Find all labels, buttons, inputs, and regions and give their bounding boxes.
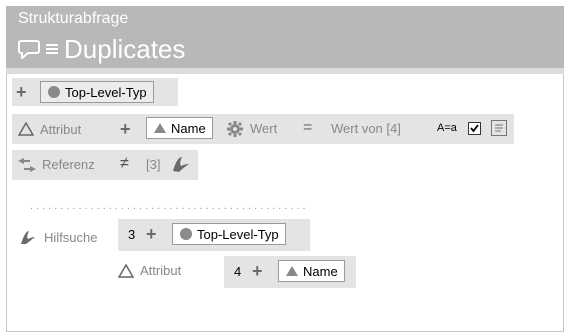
plus-icon[interactable]: + bbox=[16, 83, 27, 101]
top-level-type-chip[interactable]: Top-Level-Typ bbox=[40, 81, 154, 103]
wert-von-label[interactable]: Wert von [4] bbox=[331, 121, 401, 136]
top-level-type-chip[interactable]: Top-Level-Typ bbox=[172, 223, 286, 245]
name-chip[interactable]: Name bbox=[278, 260, 345, 282]
link-helper-icon bbox=[18, 228, 38, 246]
not-equal-sign[interactable]: ≠ bbox=[120, 155, 129, 173]
attribut-label-row2: Attribut bbox=[18, 119, 81, 139]
reference-value: [3] bbox=[146, 157, 161, 172]
wert-label: Wert bbox=[250, 121, 278, 136]
referenz-label: Referenz bbox=[42, 157, 95, 172]
case-sensitive-label: A=a bbox=[437, 122, 457, 134]
triangle-filled-icon bbox=[153, 122, 167, 134]
circle-icon bbox=[47, 85, 61, 99]
triangle-outline-icon bbox=[118, 263, 134, 278]
checkbox-checked-icon[interactable] bbox=[468, 122, 481, 135]
plus-icon[interactable]: + bbox=[120, 120, 131, 138]
window-header: Strukturabfrage Duplicates bbox=[6, 6, 564, 68]
header-divider bbox=[6, 68, 564, 74]
hilfsuche-label: Hilfsuche bbox=[18, 228, 97, 246]
menu-icon[interactable] bbox=[46, 42, 58, 56]
speech-bubble-icon[interactable] bbox=[18, 39, 40, 59]
triangle-filled-icon bbox=[285, 265, 299, 277]
attribut-label-hilfsuche: Attribut bbox=[118, 263, 181, 278]
page-title: Duplicates bbox=[64, 33, 186, 64]
plus-icon[interactable]: + bbox=[252, 262, 263, 280]
header-subtitle: Strukturabfrage bbox=[18, 10, 129, 27]
hilfsuche-number: 3 bbox=[128, 227, 136, 242]
plus-icon[interactable]: + bbox=[146, 225, 157, 243]
gear-icon[interactable] bbox=[226, 120, 244, 138]
text-block-icon[interactable] bbox=[491, 120, 507, 136]
title-row: Duplicates bbox=[18, 34, 185, 64]
reference-icon bbox=[16, 157, 38, 173]
attribute-number: 4 bbox=[234, 264, 242, 279]
link-helper-icon[interactable] bbox=[170, 154, 192, 174]
triangle-outline-icon bbox=[18, 122, 34, 136]
name-chip[interactable]: Name bbox=[146, 117, 213, 139]
circle-icon bbox=[179, 227, 193, 241]
equals-sign[interactable]: = bbox=[303, 119, 312, 137]
dotted-separator: ........................................… bbox=[30, 200, 309, 212]
type-label: Top-Level-Typ bbox=[65, 84, 147, 100]
